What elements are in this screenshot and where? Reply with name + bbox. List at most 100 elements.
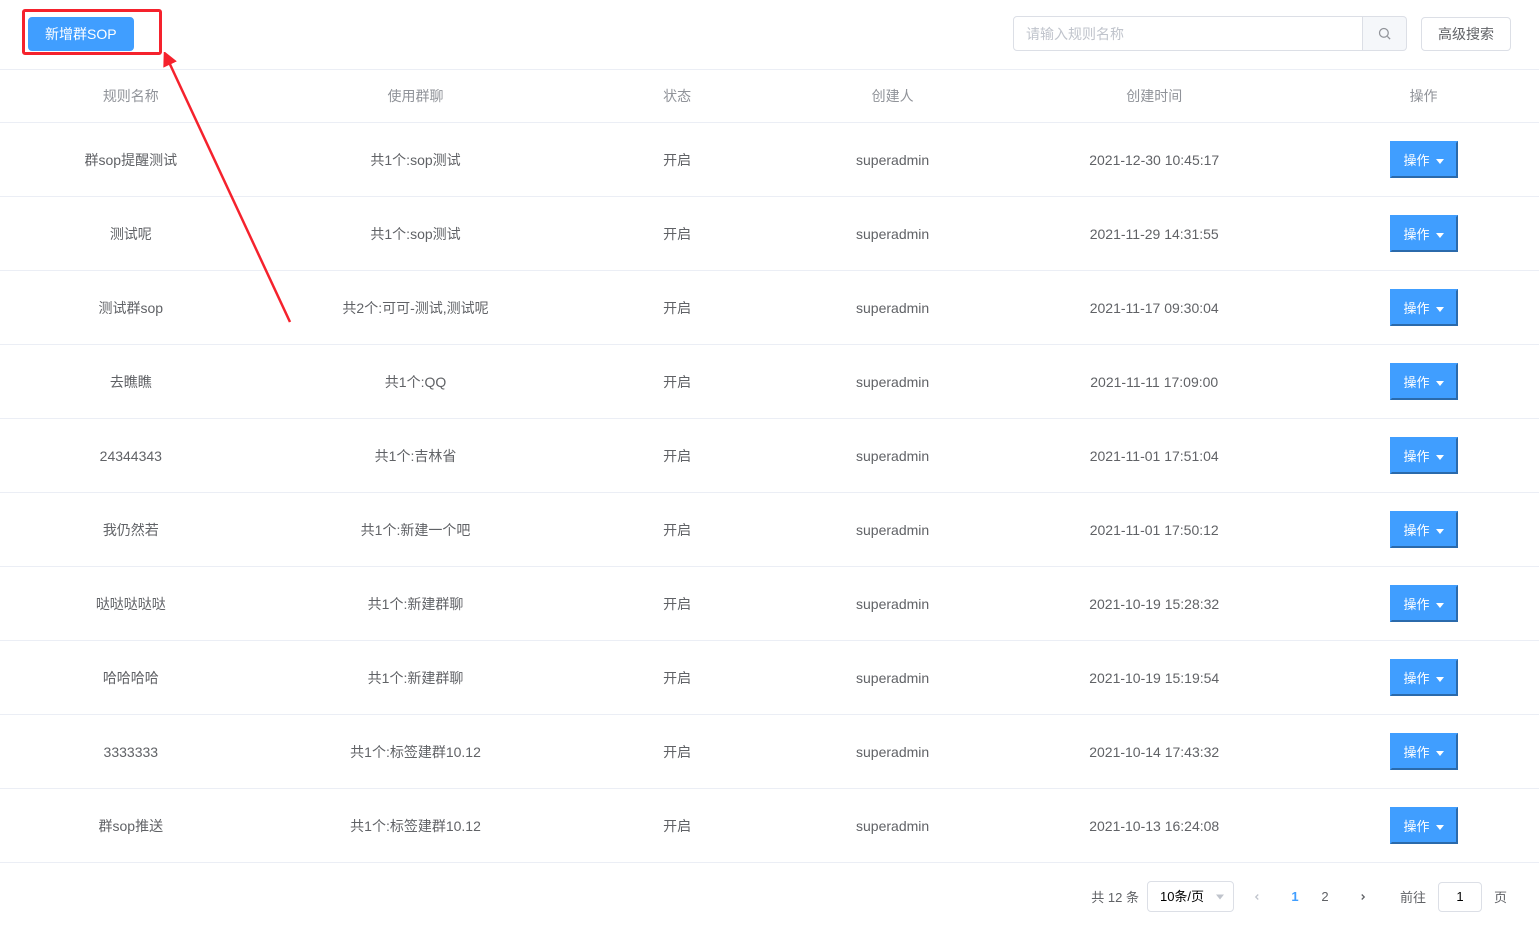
cell-name: 哈哈哈哈 [0, 641, 262, 715]
table-row: 去瞧瞧共1个:QQ开启superadmin2021-11-11 17:09:00… [0, 345, 1539, 419]
cell-status: 开启 [569, 493, 784, 567]
cell-name: 24344343 [0, 419, 262, 493]
pagination-page-2[interactable]: 2 [1310, 882, 1340, 912]
table-row: 24344343共1个:吉林省开启superadmin2021-11-01 17… [0, 419, 1539, 493]
pagination: 共 12 条 10条/页 12 前往 页 [0, 863, 1539, 936]
cell-group: 共1个:QQ [262, 345, 570, 419]
page-root: 新增群SOP 高级搜索 规则名称 使用群聊 状态 [0, 0, 1539, 936]
cell-action: 操作 [1308, 271, 1539, 345]
chevron-down-icon [1436, 825, 1444, 830]
table-head: 规则名称 使用群聊 状态 创建人 创建时间 操作 [0, 70, 1539, 123]
col-header-status: 状态 [569, 70, 784, 123]
search-icon [1377, 26, 1392, 41]
chevron-down-icon [1436, 529, 1444, 534]
cell-status: 开启 [569, 641, 784, 715]
cell-time: 2021-10-14 17:43:32 [1000, 715, 1308, 789]
chevron-down-icon [1436, 603, 1444, 608]
cell-status: 开启 [569, 567, 784, 641]
row-action-label: 操作 [1404, 745, 1430, 760]
cell-action: 操作 [1308, 493, 1539, 567]
cell-creator: superadmin [785, 493, 1000, 567]
row-action-button[interactable]: 操作 [1390, 363, 1458, 400]
col-header-creator: 创建人 [785, 70, 1000, 123]
table-row: 我仍然若共1个:新建一个吧开启superadmin2021-11-01 17:5… [0, 493, 1539, 567]
search-input[interactable] [1013, 16, 1363, 51]
rules-table: 规则名称 使用群聊 状态 创建人 创建时间 操作 群sop提醒测试共1个:sop… [0, 70, 1539, 863]
cell-time: 2021-10-19 15:28:32 [1000, 567, 1308, 641]
col-header-action: 操作 [1308, 70, 1539, 123]
search-button[interactable] [1363, 16, 1407, 51]
row-action-button[interactable]: 操作 [1390, 215, 1458, 252]
chevron-down-icon [1436, 307, 1444, 312]
cell-status: 开启 [569, 197, 784, 271]
row-action-button[interactable]: 操作 [1390, 289, 1458, 326]
cell-name: 我仍然若 [0, 493, 262, 567]
add-group-sop-button[interactable]: 新增群SOP [28, 17, 134, 51]
chevron-down-icon [1436, 677, 1444, 682]
cell-time: 2021-11-01 17:50:12 [1000, 493, 1308, 567]
cell-time: 2021-11-29 14:31:55 [1000, 197, 1308, 271]
chevron-down-icon [1436, 233, 1444, 238]
row-action-label: 操作 [1404, 449, 1430, 464]
pagination-next-button[interactable] [1348, 882, 1378, 912]
cell-creator: superadmin [785, 345, 1000, 419]
cell-time: 2021-12-30 10:45:17 [1000, 123, 1308, 197]
cell-group: 共1个:标签建群10.12 [262, 715, 570, 789]
cell-time: 2021-11-11 17:09:00 [1000, 345, 1308, 419]
row-action-label: 操作 [1404, 597, 1430, 612]
row-action-button[interactable]: 操作 [1390, 585, 1458, 622]
cell-creator: superadmin [785, 641, 1000, 715]
cell-creator: superadmin [785, 567, 1000, 641]
chevron-down-icon [1216, 894, 1224, 899]
cell-group: 共1个:sop测试 [262, 123, 570, 197]
chevron-down-icon [1436, 159, 1444, 164]
cell-group: 共1个:标签建群10.12 [262, 789, 570, 863]
table-row: 3333333共1个:标签建群10.12开启superadmin2021-10-… [0, 715, 1539, 789]
cell-status: 开启 [569, 419, 784, 493]
cell-name: 去瞧瞧 [0, 345, 262, 419]
cell-action: 操作 [1308, 419, 1539, 493]
chevron-left-icon [1252, 892, 1262, 902]
advanced-search-button[interactable]: 高级搜索 [1421, 17, 1511, 51]
cell-action: 操作 [1308, 123, 1539, 197]
row-action-label: 操作 [1404, 153, 1430, 168]
goto-suffix: 页 [1494, 887, 1507, 906]
row-action-button[interactable]: 操作 [1390, 807, 1458, 844]
row-action-button[interactable]: 操作 [1390, 511, 1458, 548]
table-row: 哈哈哈哈共1个:新建群聊开启superadmin2021-10-19 15:19… [0, 641, 1539, 715]
pagination-total: 共 12 条 [1091, 887, 1139, 906]
page-size-select-wrap: 10条/页 [1147, 881, 1234, 912]
add-button-label: 新增群SOP [45, 27, 117, 41]
row-action-button[interactable]: 操作 [1390, 437, 1458, 474]
row-action-label: 操作 [1404, 671, 1430, 686]
cell-action: 操作 [1308, 345, 1539, 419]
chevron-right-icon [1358, 892, 1368, 902]
cell-creator: superadmin [785, 271, 1000, 345]
toolbar: 新增群SOP 高级搜索 [0, 0, 1539, 70]
row-action-label: 操作 [1404, 375, 1430, 390]
goto-prefix: 前往 [1400, 887, 1426, 906]
row-action-label: 操作 [1404, 227, 1430, 242]
row-action-button[interactable]: 操作 [1390, 659, 1458, 696]
pagination-page-1[interactable]: 1 [1280, 882, 1310, 912]
cell-time: 2021-11-01 17:51:04 [1000, 419, 1308, 493]
pagination-pages: 12 [1280, 882, 1340, 912]
cell-status: 开启 [569, 715, 784, 789]
cell-action: 操作 [1308, 197, 1539, 271]
cell-status: 开启 [569, 345, 784, 419]
pagination-goto-input[interactable] [1438, 882, 1482, 912]
cell-status: 开启 [569, 123, 784, 197]
row-action-button[interactable]: 操作 [1390, 141, 1458, 178]
toolbar-right: 高级搜索 [1013, 16, 1511, 51]
row-action-button[interactable]: 操作 [1390, 733, 1458, 770]
table-row: 测试呢共1个:sop测试开启superadmin2021-11-29 14:31… [0, 197, 1539, 271]
cell-name: 测试呢 [0, 197, 262, 271]
row-action-label: 操作 [1404, 301, 1430, 316]
pagination-prev-button[interactable] [1242, 882, 1272, 912]
cell-time: 2021-10-13 16:24:08 [1000, 789, 1308, 863]
advanced-search-label: 高级搜索 [1438, 27, 1494, 41]
cell-status: 开启 [569, 271, 784, 345]
cell-name: 测试群sop [0, 271, 262, 345]
cell-group: 共1个:新建群聊 [262, 567, 570, 641]
cell-time: 2021-11-17 09:30:04 [1000, 271, 1308, 345]
